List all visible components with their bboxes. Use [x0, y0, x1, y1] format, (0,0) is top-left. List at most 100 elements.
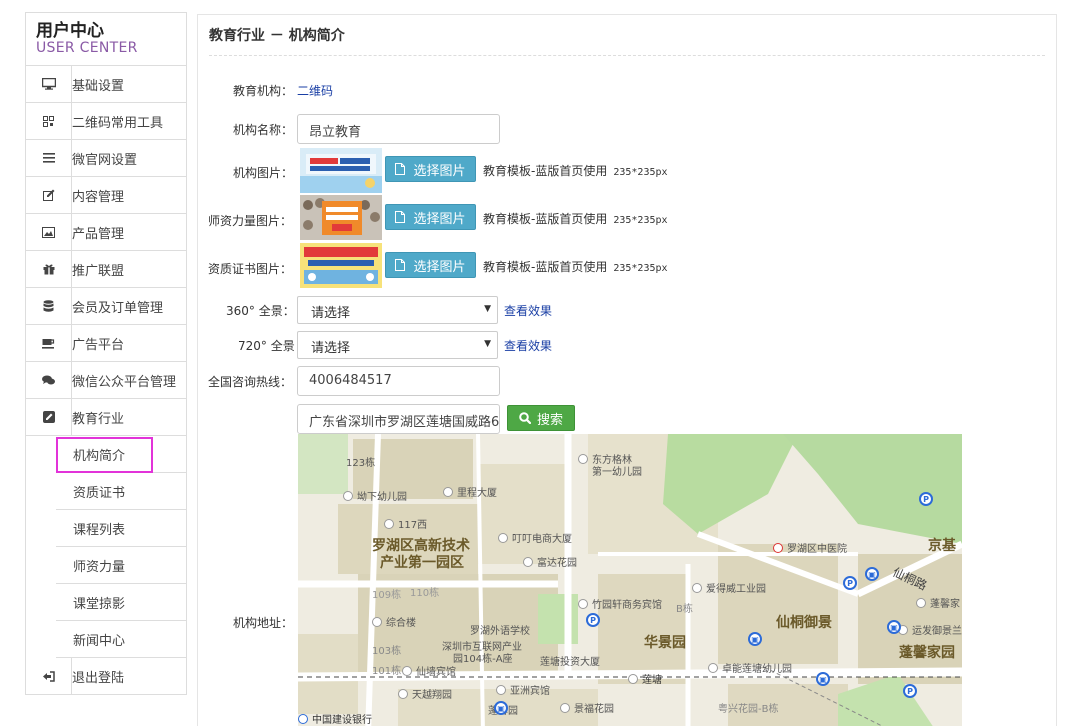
map-label: 坳下幼儿园 — [343, 488, 407, 503]
pick-button-label: 选择图片 — [413, 259, 466, 275]
sidebar-item-products[interactable]: 产品管理 — [26, 214, 186, 251]
sidebar-subitem-label: 课程列表 — [73, 522, 126, 538]
sidebar-item-label: 教育行业 — [72, 411, 125, 427]
name-label: 机构名称： — [233, 123, 294, 137]
gift-icon — [26, 251, 72, 287]
sidebar-item-logout[interactable]: 退出登陆 — [26, 658, 186, 695]
sidebar-subitem-org-intro[interactable]: 机构简介 — [56, 436, 186, 473]
sidebar-header: 用户中心 USER CENTER — [26, 13, 186, 66]
sidebar-item-wechat-platform[interactable]: 微信公众平台管理 — [26, 362, 186, 399]
map-label: 101栋 — [372, 666, 402, 677]
database-icon — [26, 288, 72, 324]
search-button[interactable]: 搜索 — [507, 405, 575, 431]
sidebar-item-ads[interactable]: 广告平台 — [26, 325, 186, 362]
sidebar-item-label: 推广联盟 — [72, 263, 125, 279]
monitor-icon — [26, 66, 72, 102]
map-area-label: 华景园 — [644, 635, 686, 651]
hotline-input[interactable]: 4006484517 — [297, 366, 500, 396]
sidebar-subitem-label: 新闻中心 — [73, 633, 126, 649]
map-label: 第一幼儿园 — [592, 467, 642, 478]
pencil-square-icon — [26, 399, 72, 435]
sign-out-icon — [26, 658, 72, 694]
comments-icon — [26, 362, 72, 398]
bus-stop-icon: ▣ — [494, 701, 508, 715]
search-icon — [519, 412, 531, 424]
sidebar-item-label: 微官网设置 — [72, 152, 138, 168]
map-label: 110栋 — [410, 588, 440, 599]
bus-stop-icon: ▣ — [748, 632, 762, 646]
map-label: 罗湖区中医院 — [773, 540, 847, 555]
map-area-label: 蓬馨家园 — [899, 645, 955, 661]
sidebar-subitem-course-list[interactable]: 课程列表 — [56, 510, 186, 547]
edit-icon — [26, 177, 72, 213]
sidebar-subitem-teachers[interactable]: 师资力量 — [56, 547, 186, 584]
name-input[interactable]: 昂立教育 — [297, 114, 500, 144]
sidebar-title: 用户中心 — [36, 21, 104, 41]
picture-icon — [26, 214, 72, 250]
sidebar-item-qrcode-tools[interactable]: 二维码常用工具 — [26, 103, 186, 140]
page-title: 教育行业 － 机构简介 — [209, 28, 345, 44]
org-label: 教育机构： — [233, 84, 294, 98]
map-district-label: 罗湖区高新技术 — [372, 538, 470, 554]
pick-org-image-button[interactable]: 选择图片 — [385, 156, 476, 182]
map-area-label: 京基 — [928, 538, 956, 554]
sidebar-item-label: 会员及订单管理 — [72, 300, 164, 316]
sidebar-item-label: 基础设置 — [72, 78, 125, 94]
sidebar-item-label: 二维码常用工具 — [72, 115, 164, 131]
pick-button-label: 选择图片 — [413, 163, 466, 179]
sidebar-item-content[interactable]: 内容管理 — [26, 177, 186, 214]
cert-image-thumbnail — [300, 243, 382, 288]
sidebar-subitem-news[interactable]: 新闻中心 — [56, 621, 186, 658]
sidebar-subitem-label: 课堂掠影 — [73, 596, 126, 612]
sidebar-item-members-orders[interactable]: 会员及订单管理 — [26, 288, 186, 325]
hint-text: 教育模板-蓝版首页使用 — [483, 212, 608, 226]
parking-icon: P — [843, 576, 857, 590]
pano360-view-link[interactable]: 查看效果 — [504, 302, 552, 319]
sidebar-item-label: 微信公众平台管理 — [72, 374, 177, 390]
pick-cert-image-button[interactable]: 选择图片 — [385, 252, 476, 278]
file-icon — [395, 211, 406, 223]
pano720-label: 720° 全景 — [238, 339, 295, 353]
map-label: 卓能莲塘幼儿园 — [708, 660, 792, 675]
sidebar-item-promotion[interactable]: 推广联盟 — [26, 251, 186, 288]
map-label: 天越翔园 — [398, 686, 452, 701]
parking-icon: P — [903, 684, 917, 698]
sidebar-item-basic-settings[interactable]: 基础设置 — [26, 66, 186, 103]
sidebar-item-label: 退出登陆 — [72, 670, 125, 686]
sidebar-item-microsite[interactable]: 微官网设置 — [26, 140, 186, 177]
map-label: 莲塘投资大厦 — [540, 657, 600, 668]
map-label: 富达花园 — [523, 554, 577, 569]
address-input[interactable]: 广东省深圳市罗湖区莲塘国威路68 — [297, 404, 500, 434]
pano360-select[interactable]: 请选择 ▼ — [297, 296, 498, 324]
sidebar-item-label: 产品管理 — [72, 226, 125, 242]
hint-text: 教育模板-蓝版首页使用 — [483, 164, 608, 178]
sidebar-subitem-certificates[interactable]: 资质证书 — [56, 473, 186, 510]
org-value: 二维码 — [297, 84, 334, 98]
map-label: 运发御景兰 — [898, 622, 962, 637]
sidebar-item-label: 广告平台 — [72, 337, 125, 353]
address-map[interactable]: 123栋 东方格林 第一幼儿园 坳下幼儿园 里程大厦 117西 叮叮电商大厦 罗… — [298, 434, 962, 726]
parking-icon: P — [586, 613, 600, 627]
caret-down-icon: ▼ — [484, 339, 491, 349]
map-area-label: 仙桐御景 — [776, 615, 832, 631]
pano720-view-link[interactable]: 查看效果 — [504, 337, 552, 354]
pano720-select-value: 请选择 — [311, 341, 351, 356]
org-image-thumbnail — [300, 148, 382, 193]
sidebar-subitem-classroom-photos[interactable]: 课堂掠影 — [56, 584, 186, 621]
sidebar-subtitle: USER CENTER — [36, 40, 138, 56]
pano720-select[interactable]: 请选择 ▼ — [297, 331, 498, 359]
hint-size: 235*235px — [613, 215, 668, 226]
map-label: 景福花园 — [560, 700, 614, 715]
map-label: 117西 — [384, 516, 427, 531]
sidebar-item-education[interactable]: 教育行业 — [26, 399, 186, 436]
map-label: 粤兴花园-B栋 — [718, 704, 779, 715]
address-label: 机构地址： — [233, 616, 294, 630]
map-label: 爱得威工业园 — [692, 580, 766, 595]
list-icon — [26, 140, 72, 176]
sidebar-item-label: 内容管理 — [72, 189, 125, 205]
map-label: B栋 — [676, 604, 693, 615]
pick-teacher-image-button[interactable]: 选择图片 — [385, 204, 476, 230]
map-label: 竹园轩商务宾馆 — [578, 596, 662, 611]
map-label: 123栋 — [346, 458, 376, 469]
org-image-label: 机构图片： — [233, 166, 294, 180]
